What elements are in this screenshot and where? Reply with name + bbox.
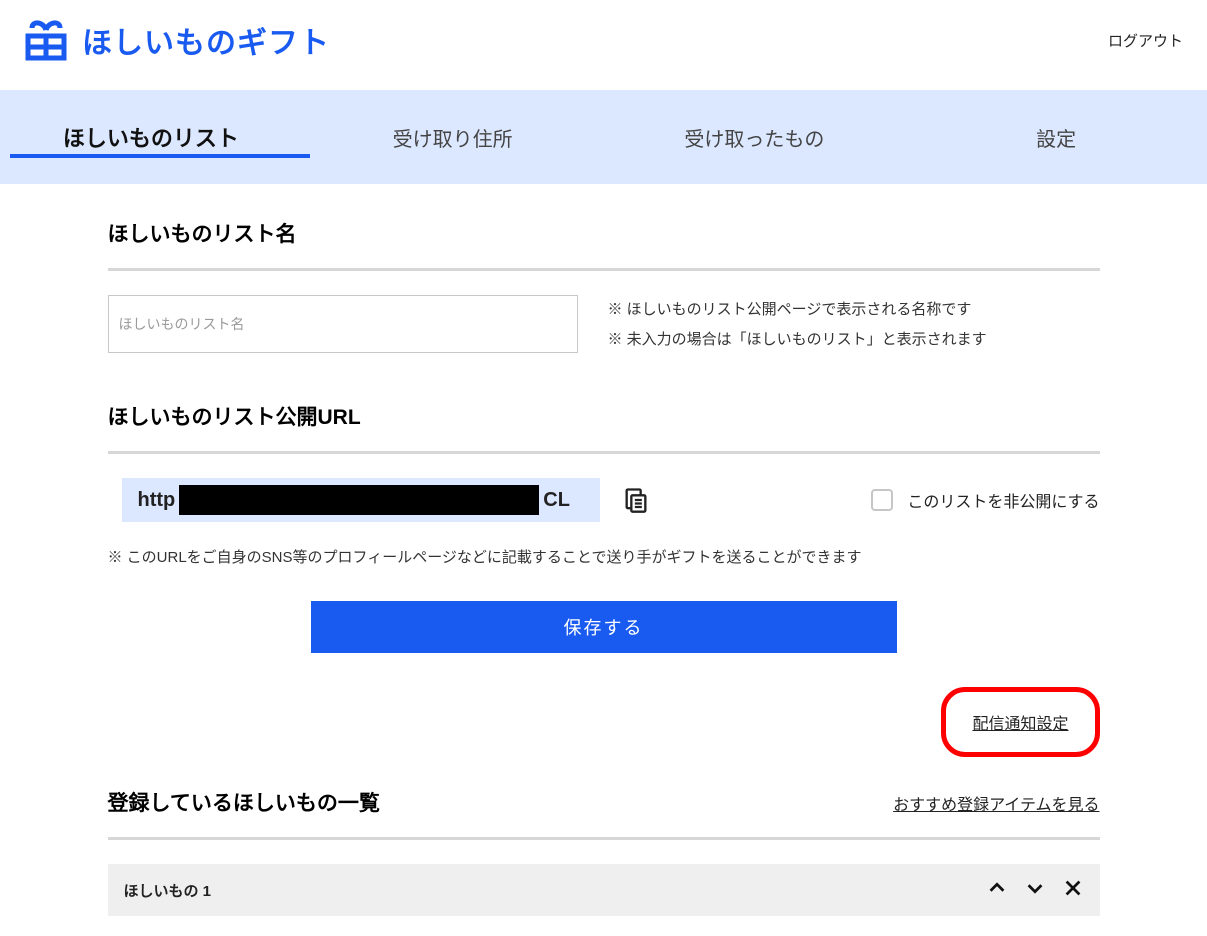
section-title-items: 登録しているほしいもの一覧 (108, 787, 380, 817)
notification-settings-link[interactable]: 配信通知設定 (972, 716, 1068, 733)
notification-highlight: 配信通知設定 (941, 687, 1099, 757)
tab-wishlist[interactable]: ほしいものリスト (0, 90, 302, 184)
url-prefix: http (138, 489, 178, 512)
tab-bar: ほしいものリスト 受け取り住所 受け取ったもの 設定 (0, 90, 1207, 184)
private-checkbox[interactable] (871, 489, 893, 511)
section-title-listname: ほしいものリスト名 (108, 218, 1100, 248)
divider (108, 268, 1100, 271)
url-redacted (179, 485, 539, 515)
private-checkbox-label: このリストを非公開にする (907, 488, 1099, 512)
logout-link[interactable]: ログアウト (1108, 30, 1183, 51)
tab-address[interactable]: 受け取り住所 (302, 90, 604, 184)
section-title-url: ほしいものリスト公開URL (108, 401, 1100, 431)
gift-logo-icon (24, 18, 68, 62)
wishlist-name-input[interactable] (108, 295, 578, 353)
divider (108, 837, 1100, 840)
wishlist-item-title: ほしいもの 1 (124, 880, 212, 901)
close-icon[interactable] (1062, 877, 1084, 904)
hint-line-2: ※ 未入力の場合は「ほしいものリスト」と表示されます (608, 325, 987, 355)
hint-line-1: ※ ほしいものリスト公開ページで表示される名称です (608, 295, 987, 325)
brand: ほしいものギフト (24, 18, 330, 62)
copy-icon[interactable] (622, 486, 650, 514)
recommended-items-link[interactable]: おすすめ登録アイテムを見る (893, 791, 1099, 815)
wishlist-item-row: ほしいもの 1 (108, 864, 1100, 916)
url-note: ※ このURLをご自身のSNS等のプロフィールページなどに記載することで送り手が… (108, 546, 1100, 567)
divider (108, 451, 1100, 454)
tab-received[interactable]: 受け取ったもの (604, 90, 906, 184)
save-button[interactable]: 保存する (311, 601, 897, 653)
wishlist-name-hint: ※ ほしいものリスト公開ページで表示される名称です ※ 未入力の場合は「ほしいも… (608, 295, 987, 355)
url-suffix: CL (541, 489, 570, 512)
move-up-icon[interactable] (986, 877, 1008, 904)
brand-title: ほしいものギフト (82, 18, 330, 62)
tab-settings[interactable]: 設定 (905, 90, 1207, 184)
public-url-display: http CL (122, 478, 600, 522)
move-down-icon[interactable] (1024, 877, 1046, 904)
